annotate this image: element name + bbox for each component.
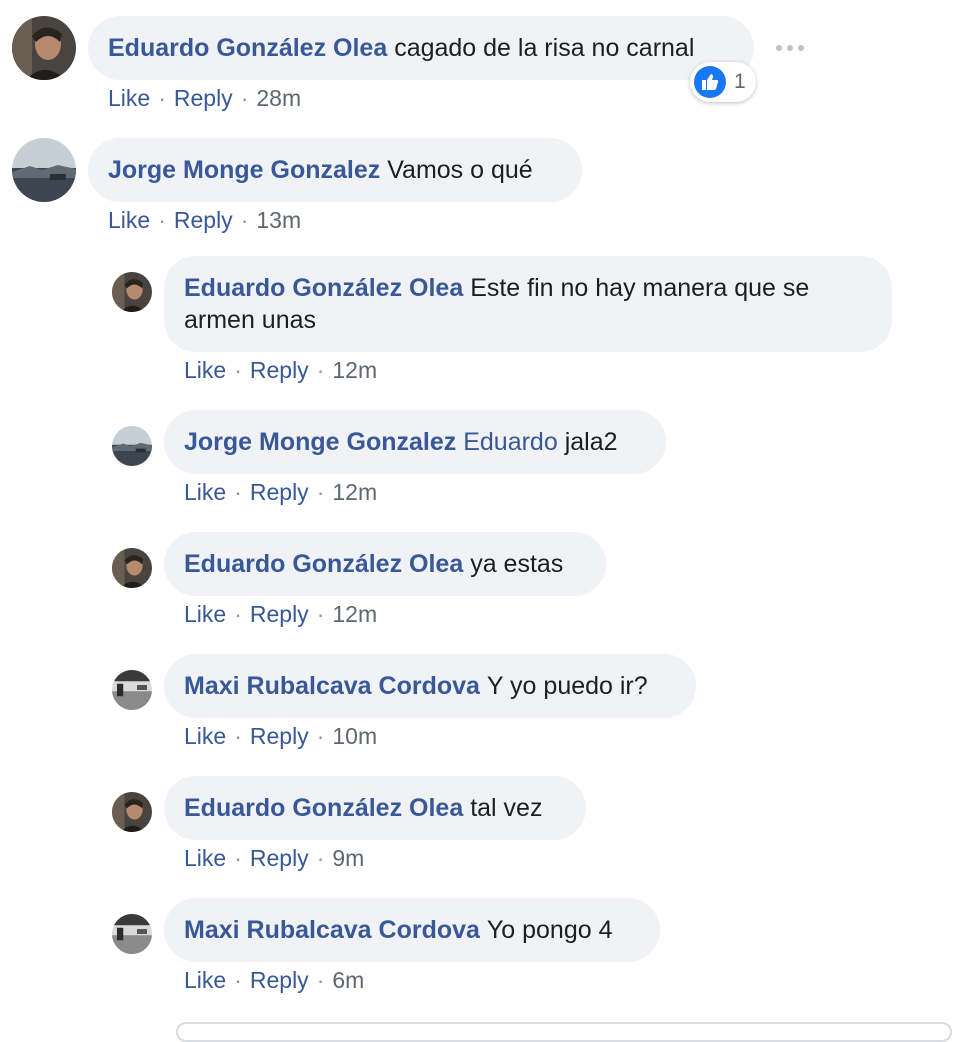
- reply-bubble: Jorge Monge Gonzalez Eduardo jala2: [164, 410, 666, 474]
- avatar-eduardo[interactable]: [112, 792, 152, 832]
- reply-link[interactable]: Reply: [250, 723, 309, 749]
- like-link[interactable]: Like: [184, 601, 226, 627]
- reply-link[interactable]: Reply: [250, 479, 309, 505]
- comment-actions: Like · Reply · 13m: [108, 207, 302, 233]
- reply-text: Y yo puedo ir?: [486, 672, 648, 700]
- reply-bubble: Maxi Rubalcava Cordova Y yo puedo ir?: [164, 654, 696, 718]
- avatar-eduardo[interactable]: [112, 548, 152, 588]
- comment-author[interactable]: Eduardo González Olea: [108, 32, 387, 64]
- reply-text: jala2: [564, 428, 618, 456]
- reply-bubble: Eduardo González Olea tal vez: [164, 776, 586, 840]
- like-link[interactable]: Like: [184, 967, 226, 993]
- reply-text: Este fin no hay manera que se: [470, 274, 810, 302]
- reply-author[interactable]: Maxi Rubalcava Cordova: [184, 914, 480, 946]
- avatar-maxi[interactable]: [112, 914, 152, 954]
- reply-text-continued: armen unas: [184, 306, 317, 334]
- like-link[interactable]: Like: [184, 723, 226, 749]
- timestamp[interactable]: 12m: [332, 601, 377, 627]
- timestamp[interactable]: 12m: [332, 357, 377, 383]
- timestamp[interactable]: 6m: [332, 967, 364, 993]
- reply-link[interactable]: Reply: [250, 967, 309, 993]
- like-link[interactable]: Like: [108, 207, 150, 233]
- reply-bubble: Eduardo González Olea ya estas: [164, 532, 606, 596]
- like-link[interactable]: Like: [108, 85, 150, 111]
- reply-actions: Like · Reply · 12m: [184, 357, 378, 383]
- reply-link[interactable]: Reply: [174, 85, 233, 111]
- reply-link[interactable]: Reply: [250, 845, 309, 871]
- reply-composer-input[interactable]: [176, 1022, 952, 1042]
- reply-author[interactable]: Jorge Monge Gonzalez: [184, 426, 456, 458]
- comment-bubble: Eduardo González Olea cagado de la risa …: [88, 16, 754, 80]
- avatar-eduardo[interactable]: [112, 272, 152, 312]
- reply-author[interactable]: Maxi Rubalcava Cordova: [184, 670, 480, 702]
- reply-author[interactable]: Eduardo González Olea: [184, 548, 463, 580]
- reply-bubble: Maxi Rubalcava Cordova Yo pongo 4: [164, 898, 660, 962]
- mention-link[interactable]: Eduardo: [463, 426, 558, 458]
- reply-actions: Like · Reply · 12m: [184, 601, 378, 627]
- like-link[interactable]: Like: [184, 479, 226, 505]
- reply-actions: Like · Reply · 9m: [184, 845, 365, 871]
- reply-text: ya estas: [470, 550, 564, 578]
- comment-bubble: Jorge Monge Gonzalez Vamos o qué: [88, 138, 582, 202]
- timestamp[interactable]: 13m: [256, 207, 301, 233]
- reply-link[interactable]: Reply: [174, 207, 233, 233]
- avatar-maxi[interactable]: [112, 670, 152, 710]
- reply-text: tal vez: [470, 794, 543, 822]
- reply-bubble: Eduardo González Olea Este fin no hay ma…: [164, 256, 892, 352]
- like-link[interactable]: Like: [184, 357, 226, 383]
- reply-actions: Like · Reply · 12m: [184, 479, 378, 505]
- comment-actions: Like · Reply · 28m: [108, 85, 302, 111]
- reply-author[interactable]: Eduardo González Olea: [184, 274, 463, 302]
- comment-author[interactable]: Jorge Monge Gonzalez: [108, 154, 380, 186]
- thumbs-up-icon: [694, 66, 726, 98]
- comment-text: Vamos o qué: [387, 156, 533, 184]
- avatar-jorge[interactable]: [12, 138, 76, 202]
- reply-actions: Like · Reply · 10m: [184, 723, 378, 749]
- timestamp[interactable]: 12m: [332, 479, 377, 505]
- reaction-summary[interactable]: 1: [690, 62, 756, 102]
- reply-actions: Like · Reply · 6m: [184, 967, 365, 993]
- timestamp[interactable]: 9m: [332, 845, 364, 871]
- timestamp[interactable]: 10m: [332, 723, 377, 749]
- reply-link[interactable]: Reply: [250, 601, 309, 627]
- reply-author[interactable]: Eduardo González Olea: [184, 792, 463, 824]
- reaction-count: 1: [734, 70, 746, 93]
- avatar-eduardo[interactable]: [12, 16, 76, 80]
- like-link[interactable]: Like: [184, 845, 226, 871]
- reply-text: Yo pongo 4: [486, 916, 613, 944]
- timestamp[interactable]: 28m: [256, 85, 301, 111]
- reply-link[interactable]: Reply: [250, 357, 309, 383]
- more-options-icon[interactable]: [776, 37, 804, 59]
- avatar-jorge[interactable]: [112, 426, 152, 466]
- comment-text: cagado de la risa no carnal: [394, 34, 695, 62]
